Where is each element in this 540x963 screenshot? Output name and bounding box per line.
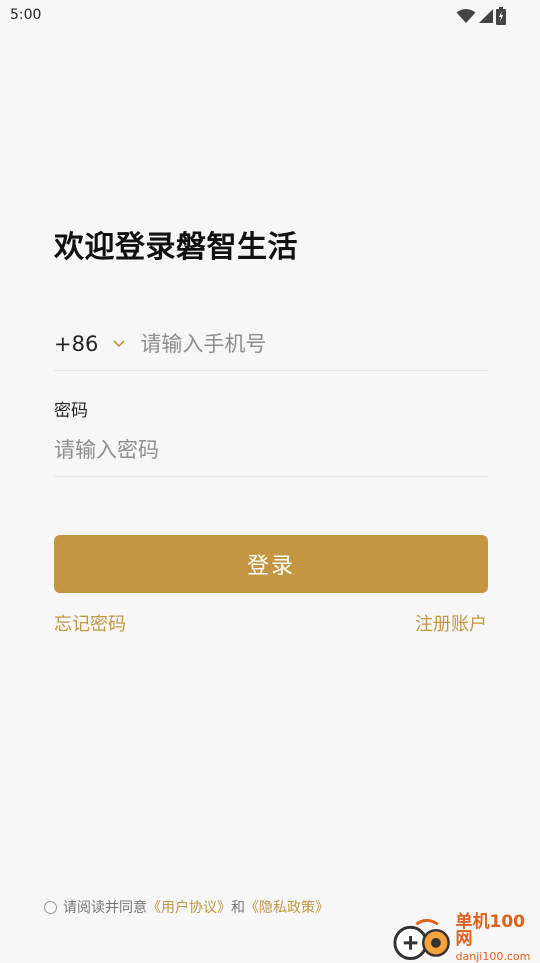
page-title: 欢迎登录磐智生活 [54,230,298,265]
phone-row: +86 [54,318,488,371]
privacy-policy-link[interactable]: 《隐私政策》 [245,897,329,917]
password-row [54,424,488,477]
cellular-signal-icon [479,9,493,23]
chevron-down-icon[interactable] [112,337,126,351]
agreement-checkbox[interactable] [44,900,57,914]
forgot-password-link[interactable]: 忘记密码 [54,610,126,636]
watermark: 单机100网 danji100.com [391,912,540,963]
agreement-conjunction: 和 [231,900,245,916]
agreement-row: 请阅读并同意 《用户协议》 和 《隐私政策》 [44,897,329,917]
phone-input[interactable] [140,332,471,356]
status-bar: 5:00 [0,0,540,32]
watermark-url: danji100.com [455,950,531,963]
watermark-logo-icon [393,918,450,960]
password-input[interactable] [54,438,474,462]
battery-icon [496,7,506,25]
login-button[interactable]: 登录 [54,535,488,593]
country-code-selector[interactable]: +86 [54,332,98,356]
user-agreement-link[interactable]: 《用户协议》 [147,897,231,917]
agreement-prefix: 请阅读并同意 [63,900,147,916]
wifi-icon [456,9,476,23]
status-time: 5:00 [10,7,42,23]
register-link[interactable]: 注册账户 [415,610,487,636]
watermark-name: 单机100网 [455,912,526,949]
password-label: 密码 [54,401,88,421]
status-icons [456,6,506,26]
